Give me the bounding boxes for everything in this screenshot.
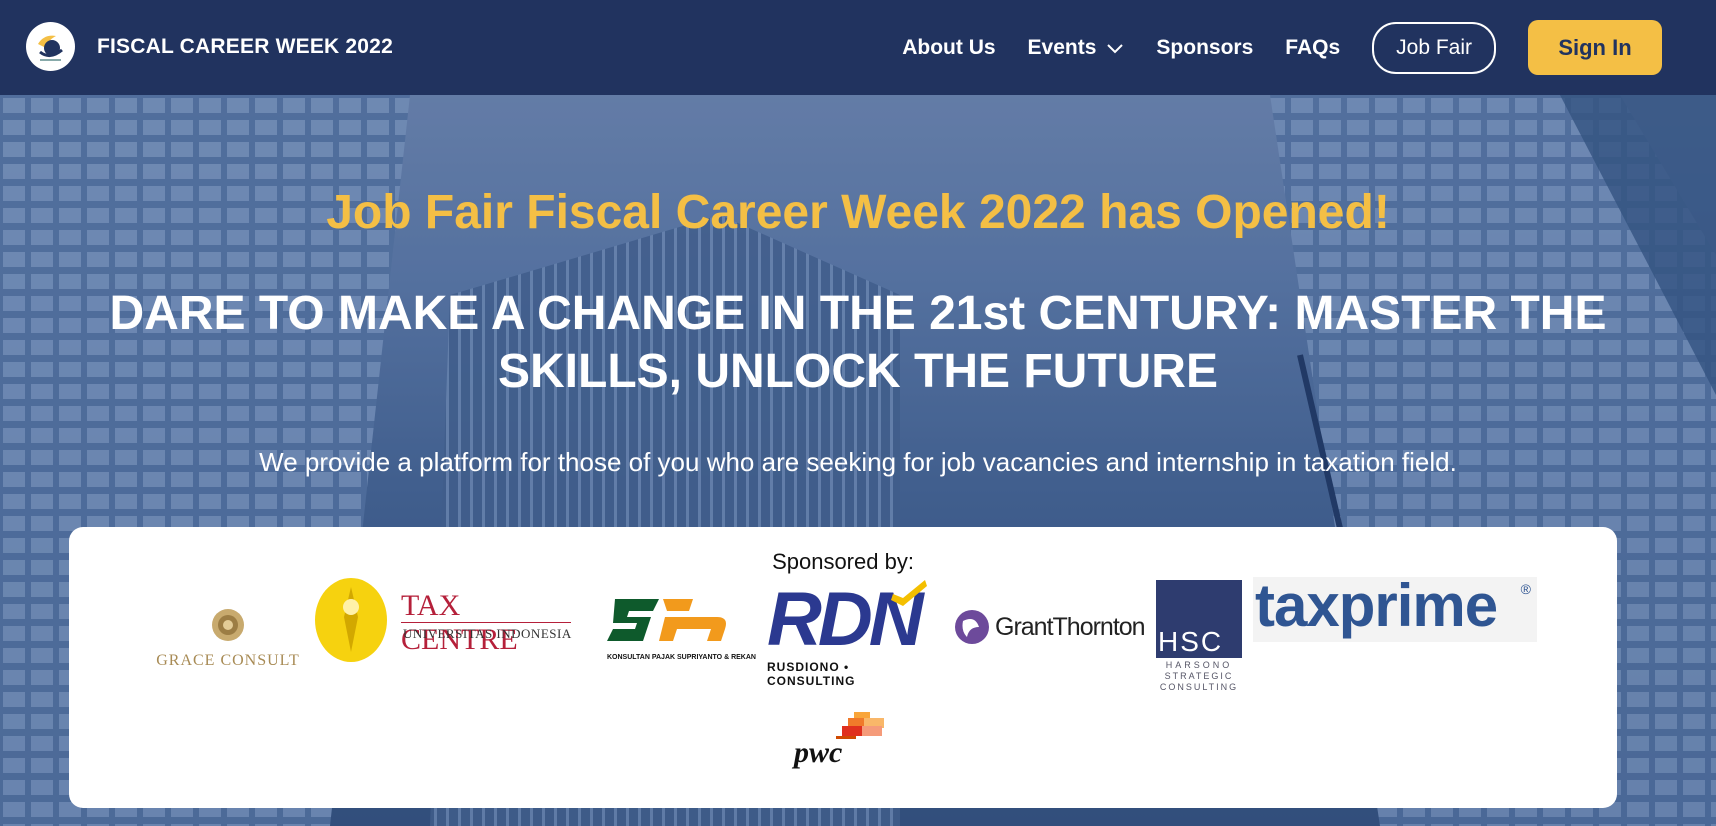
nav-links: About Us Events Sponsors FAQs Job Fair S… <box>870 0 1716 95</box>
nav-events[interactable]: Events <box>1028 36 1125 60</box>
nav-about-us[interactable]: About Us <box>902 36 995 60</box>
hero-headline: Job Fair Fiscal Career Week 2022 has Ope… <box>326 186 1390 239</box>
hsc-text: HSC <box>1158 626 1224 657</box>
grant-thornton-logo[interactable]: GrantThornton <box>953 607 1146 651</box>
chevron-down-icon <box>1107 43 1124 53</box>
grace-consult-text: GRACE CONSULT <box>156 652 300 669</box>
top-navbar: FISCAL CAREER WEEK 2022 About Us Events … <box>0 0 1716 95</box>
hsc-box: HSC <box>1156 580 1242 658</box>
hsc-logo[interactable]: HSC HARSONO STRATEGIC CONSULTING <box>1156 580 1244 692</box>
registered-icon: ® <box>1520 581 1531 597</box>
nav-events-label: Events <box>1027 35 1097 59</box>
ksr-text: KONSULTAN PAJAK SUPRIYANTO & REKAN <box>607 654 756 661</box>
pwc-text: pwc <box>794 736 843 769</box>
sponsor-card: Sponsored by: GRACE CONSULT TAX CENTRE U… <box>69 527 1617 808</box>
hero-subheadline: DARE TO MAKE A CHANGE IN THE 21st CENTUR… <box>109 287 1607 398</box>
hsc-subtext-1: HARSONO <box>1165 660 1233 670</box>
pwc-logo[interactable]: pwc <box>794 712 894 772</box>
hero-tagline: We provide a platform for those of you w… <box>259 447 1457 477</box>
tax-centre-text: TAX CENTRE <box>401 589 518 656</box>
nav-faqs[interactable]: FAQs <box>1285 36 1340 60</box>
grant-thornton-emblem-icon <box>955 610 989 644</box>
hero-section: Job Fair Fiscal Career Week 2022 has Ope… <box>0 95 1716 826</box>
ksr-logo[interactable]: KONSULTAN PAJAK SUPRIYANTO & REKAN <box>607 589 756 669</box>
brand[interactable]: FISCAL CAREER WEEK 2022 <box>26 22 393 71</box>
taxprime-logo[interactable]: taxprime ® <box>1253 572 1537 642</box>
rdn-swoosh-icon <box>891 580 927 606</box>
sign-in-button[interactable]: Sign In <box>1528 20 1662 75</box>
brand-logo <box>26 22 75 71</box>
rdn-subtext: RUSDIONO • CONSULTING <box>767 660 856 688</box>
grace-consult-logo[interactable]: GRACE CONSULT <box>155 607 301 669</box>
grant-thornton-text: GrantThornton <box>995 613 1146 641</box>
hsc-subtext-3: CONSULTING <box>1159 682 1239 692</box>
hsc-subtext-2: STRATEGIC <box>1164 671 1234 681</box>
brand-title: FISCAL CAREER WEEK 2022 <box>97 34 393 58</box>
tax-centre-ui-logo[interactable]: TAX CENTRE UNIVERSITAS INDONESIA <box>314 577 579 667</box>
taxprime-text: taxprime <box>1255 572 1498 639</box>
rdn-logo[interactable]: RDN RUSDIONO • CONSULTING <box>767 580 932 688</box>
job-fair-button[interactable]: Job Fair <box>1372 21 1496 74</box>
tax-centre-subtext: UNIVERSITAS INDONESIA <box>403 626 572 641</box>
nav-sponsors[interactable]: Sponsors <box>1156 36 1253 60</box>
